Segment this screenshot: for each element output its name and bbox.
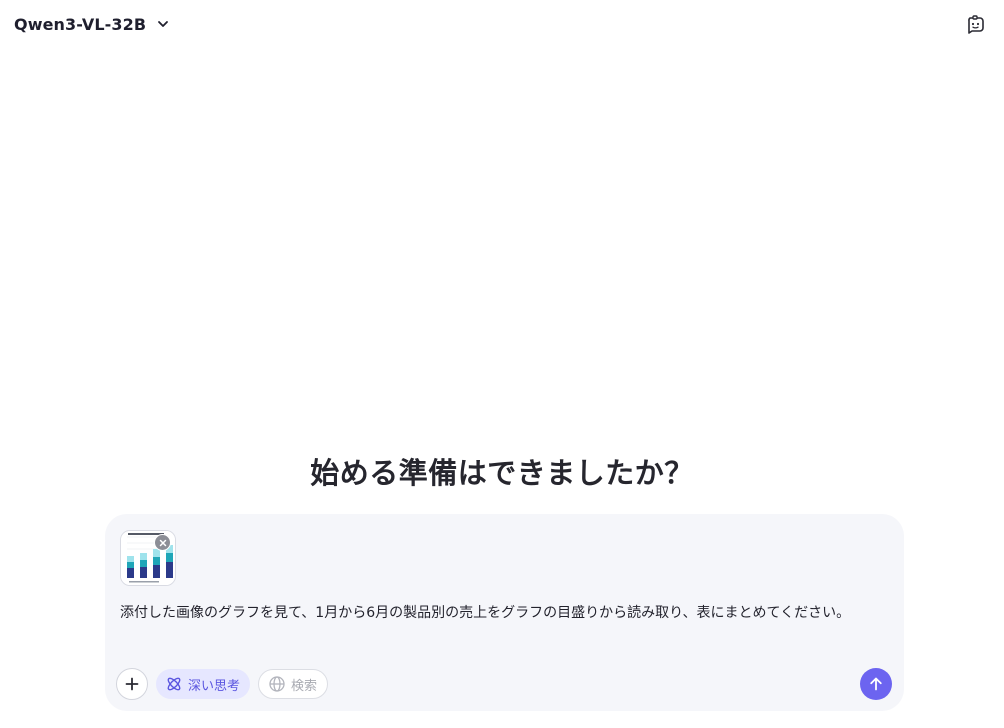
chat-bot-icon[interactable] — [964, 13, 986, 35]
chat-composer: 添付した画像のグラフを見て、1月から6月の製品別の売上をグラフの目盛りから読み取… — [105, 514, 904, 711]
model-selector[interactable]: Qwen3-VL-32B — [14, 11, 170, 37]
plus-icon — [125, 677, 139, 691]
remove-attachment-button[interactable] — [154, 534, 171, 551]
page-title: 始める準備はできましたか？ — [310, 456, 694, 490]
close-icon — [159, 539, 166, 546]
composer-toolbar: 深い思考 検索 — [116, 668, 329, 700]
chevron-down-icon — [158, 21, 169, 27]
atom-icon — [167, 677, 181, 691]
arrow-up-icon — [870, 677, 882, 691]
deep-thinking-label: 深い思考 — [188, 678, 241, 694]
send-button[interactable] — [860, 668, 892, 700]
add-attachment-button[interactable] — [116, 668, 148, 700]
search-toggle[interactable]: 検索 — [258, 669, 329, 699]
deep-thinking-toggle[interactable]: 深い思考 — [156, 669, 251, 699]
globe-icon — [269, 676, 285, 692]
model-name: Qwen3-VL-32B — [14, 14, 147, 34]
prompt-input[interactable]: 添付した画像のグラフを見て、1月から6月の製品別の売上をグラフの目盛りから読み取… — [120, 603, 884, 623]
search-label: 検索 — [291, 678, 318, 694]
